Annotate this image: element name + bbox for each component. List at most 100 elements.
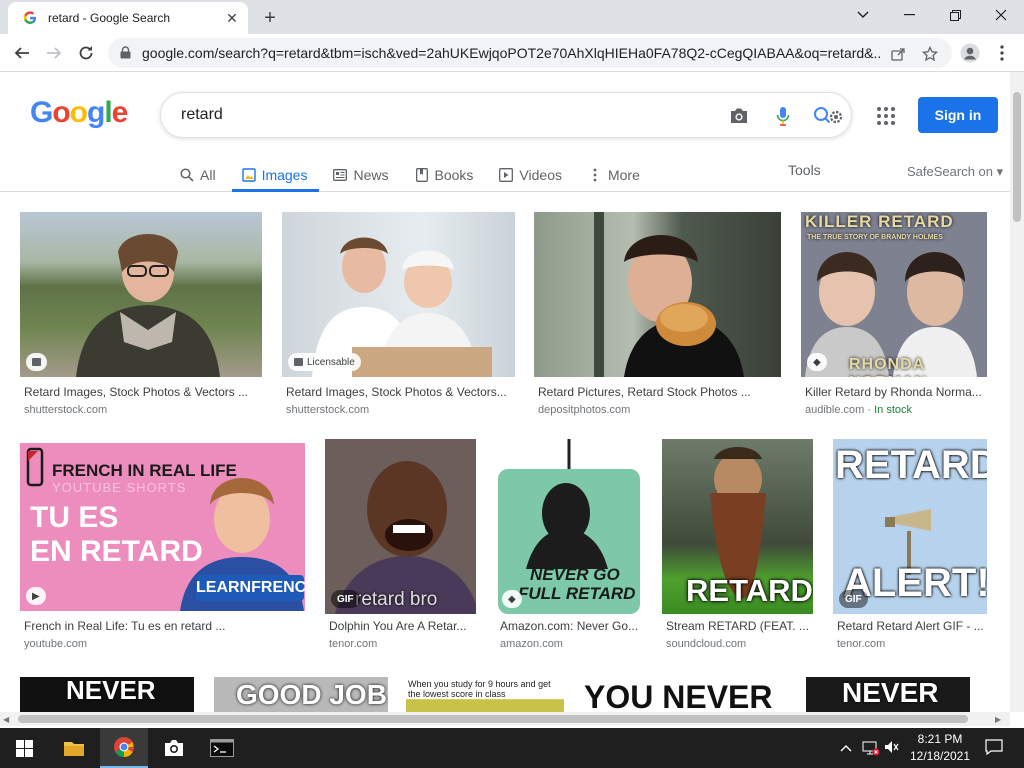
forward-arrow-icon[interactable]	[40, 39, 68, 67]
image-result[interactable]: RETARD ALERT! GIF Retard Retard Alert GI…	[833, 439, 987, 658]
result-source: audible.com	[805, 404, 865, 416]
result-thumbnail[interactable]: When you study for 9 hours and get the l…	[406, 677, 564, 713]
horizontal-scroll-thumb[interactable]	[18, 715, 968, 723]
network-disconnected-icon[interactable]	[862, 740, 880, 759]
chrome-icon[interactable]	[100, 728, 148, 768]
image-result[interactable]: YOU NEVER G	[582, 677, 786, 713]
browser-tab[interactable]: retard - Google Search ✕	[8, 2, 248, 34]
kebab-menu-icon[interactable]	[988, 39, 1016, 67]
image-result[interactable]: NEVER GO FULL RETARD ◆ Amazon.com: Never…	[496, 439, 642, 658]
result-caption[interactable]: Killer Retard by Rhonda Norma...	[805, 385, 985, 399]
terminal-icon[interactable]	[198, 728, 246, 768]
result-caption[interactable]: Retard Pictures, Retard Stock Photos ...	[538, 385, 779, 399]
result-caption[interactable]: French in Real Life: Tu es en retard ...	[24, 619, 303, 633]
lock-icon[interactable]	[120, 46, 134, 60]
result-source-with-stock[interactable]: audible.com · In stock	[805, 404, 912, 416]
image-result[interactable]: retard bro GIF Dolphin You Are A Retar..…	[325, 439, 476, 658]
thumbnail-text: FULL RETARD	[518, 584, 636, 603]
result-thumbnail[interactable]: NEVER	[20, 677, 194, 713]
tab-search-chevron-down-icon[interactable]	[840, 0, 886, 30]
clock-date: 12/18/2021	[909, 749, 971, 763]
vertical-scrollbar[interactable]	[1010, 72, 1024, 712]
result-thumbnail[interactable]	[534, 212, 781, 377]
result-thumbnail[interactable]: GOOD JOB	[214, 677, 388, 713]
microphone-icon[interactable]	[771, 104, 795, 128]
result-thumbnail[interactable]: FRENCH IN REAL LIFE YOUTUBE SHORTS TU ES…	[20, 443, 305, 611]
result-thumbnail[interactable]: NEVER GO FULL RETARD ◆	[496, 439, 642, 614]
tab-images[interactable]: Images	[231, 158, 320, 192]
result-caption[interactable]: Retard Images, Stock Photos & Vectors...	[286, 385, 513, 399]
thumbnail-text: NEVER	[66, 677, 156, 705]
result-caption[interactable]: Amazon.com: Never Go...	[500, 619, 640, 633]
result-thumbnail[interactable]: RETARD ALERT! GIF	[833, 439, 987, 614]
result-source[interactable]: tenor.com	[837, 638, 885, 650]
result-source[interactable]: soundcloud.com	[666, 638, 746, 650]
vertical-scroll-thumb[interactable]	[1013, 92, 1021, 222]
tab-more[interactable]: More	[588, 158, 640, 192]
result-source[interactable]: youtube.com	[24, 638, 87, 650]
notification-center-icon[interactable]	[985, 739, 1003, 758]
minimize-icon[interactable]	[886, 0, 932, 30]
windows-start-icon[interactable]	[0, 728, 48, 768]
search-settings-gear-icon[interactable]	[811, 104, 847, 128]
file-explorer-icon[interactable]	[50, 728, 98, 768]
restore-icon[interactable]	[932, 0, 978, 30]
back-arrow-icon[interactable]	[8, 39, 36, 67]
scroll-left-arrow-icon[interactable]: ◀	[3, 715, 9, 724]
sign-in-button[interactable]: Sign in	[918, 97, 998, 133]
result-source[interactable]: depositphotos.com	[538, 404, 630, 416]
result-source[interactable]: shutterstock.com	[286, 404, 369, 416]
google-apps-grid-icon[interactable]	[874, 104, 898, 128]
image-result[interactable]: NEVER	[20, 677, 194, 713]
safesearch-toggle[interactable]: SafeSearch on ▾	[907, 164, 1003, 180]
result-thumbnail[interactable]: RETARD	[662, 439, 813, 614]
result-caption[interactable]: Stream RETARD (FEAT. ...	[666, 619, 811, 633]
result-source[interactable]: shutterstock.com	[24, 404, 107, 416]
tab-videos[interactable]: Videos	[499, 158, 562, 192]
image-result[interactable]: NEVER	[806, 677, 970, 713]
result-thumbnail[interactable]: NEVER	[806, 677, 970, 713]
share-icon[interactable]	[888, 44, 908, 64]
volume-icon[interactable]	[884, 740, 900, 757]
result-caption[interactable]: Retard Retard Alert GIF - ...	[837, 619, 987, 633]
image-result[interactable]: GOOD JOB	[214, 677, 388, 713]
image-result[interactable]: Retard Images, Stock Photos & Vectors ..…	[20, 212, 262, 422]
image-result[interactable]: Retard Pictures, Retard Stock Photos ...…	[534, 212, 781, 422]
tab-all[interactable]: All	[180, 158, 216, 192]
search-box[interactable]: retard	[160, 92, 852, 138]
image-result[interactable]: Licensable Retard Images, Stock Photos &…	[282, 212, 515, 422]
tab-books[interactable]: Books	[415, 158, 473, 192]
image-result[interactable]: When you study for 9 hours and get the l…	[406, 677, 564, 713]
result-caption[interactable]: Retard Images, Stock Photos & Vectors ..…	[24, 385, 260, 399]
tab-label: News	[353, 167, 389, 183]
system-clock[interactable]: 8:21 PM 12/18/2021	[900, 731, 980, 765]
result-source[interactable]: tenor.com	[329, 638, 377, 650]
image-result[interactable]: FRENCH IN REAL LIFE YOUTUBE SHORTS TU ES…	[20, 443, 305, 658]
close-window-icon[interactable]	[978, 0, 1024, 30]
tools-button[interactable]: Tools	[788, 162, 821, 178]
result-caption[interactable]: Dolphin You Are A Retar...	[329, 619, 474, 633]
result-source[interactable]: amazon.com	[500, 638, 563, 650]
result-thumbnail[interactable]: KILLER RETARD THE TRUE STORY OF BRANDY H…	[801, 212, 987, 377]
address-bar[interactable]: google.com/search?q=retard&tbm=isch&ved=…	[108, 38, 952, 68]
image-result[interactable]: KILLER RETARD THE TRUE STORY OF BRANDY H…	[801, 212, 987, 422]
image-result[interactable]: RETARD Stream RETARD (FEAT. ... soundclo…	[662, 439, 813, 658]
scroll-right-arrow-icon[interactable]: ▶	[995, 715, 1001, 724]
tab-news[interactable]: News	[333, 158, 389, 192]
result-thumbnail[interactable]: Licensable	[282, 212, 515, 377]
profile-avatar-icon[interactable]	[956, 39, 984, 67]
result-thumbnail[interactable]: retard bro GIF	[325, 439, 476, 614]
show-hidden-icons-chevron-icon[interactable]	[840, 740, 852, 755]
new-tab-icon[interactable]: +	[258, 6, 282, 30]
bookmark-star-icon[interactable]	[920, 44, 940, 64]
result-thumbnail[interactable]: YOU NEVER G	[582, 677, 786, 713]
camera-search-icon[interactable]	[727, 104, 751, 128]
camera-app-icon[interactable]	[150, 728, 198, 768]
google-logo[interactable]: Google	[30, 96, 128, 130]
horizontal-scrollbar[interactable]: ◀ ▶	[0, 712, 1010, 726]
thumbnail-text: RETARD	[835, 443, 987, 487]
close-tab-icon[interactable]: ✕	[224, 10, 240, 26]
thumbnail-text: RETARD	[686, 573, 813, 608]
reload-icon[interactable]	[72, 39, 100, 67]
result-thumbnail[interactable]	[20, 212, 262, 377]
